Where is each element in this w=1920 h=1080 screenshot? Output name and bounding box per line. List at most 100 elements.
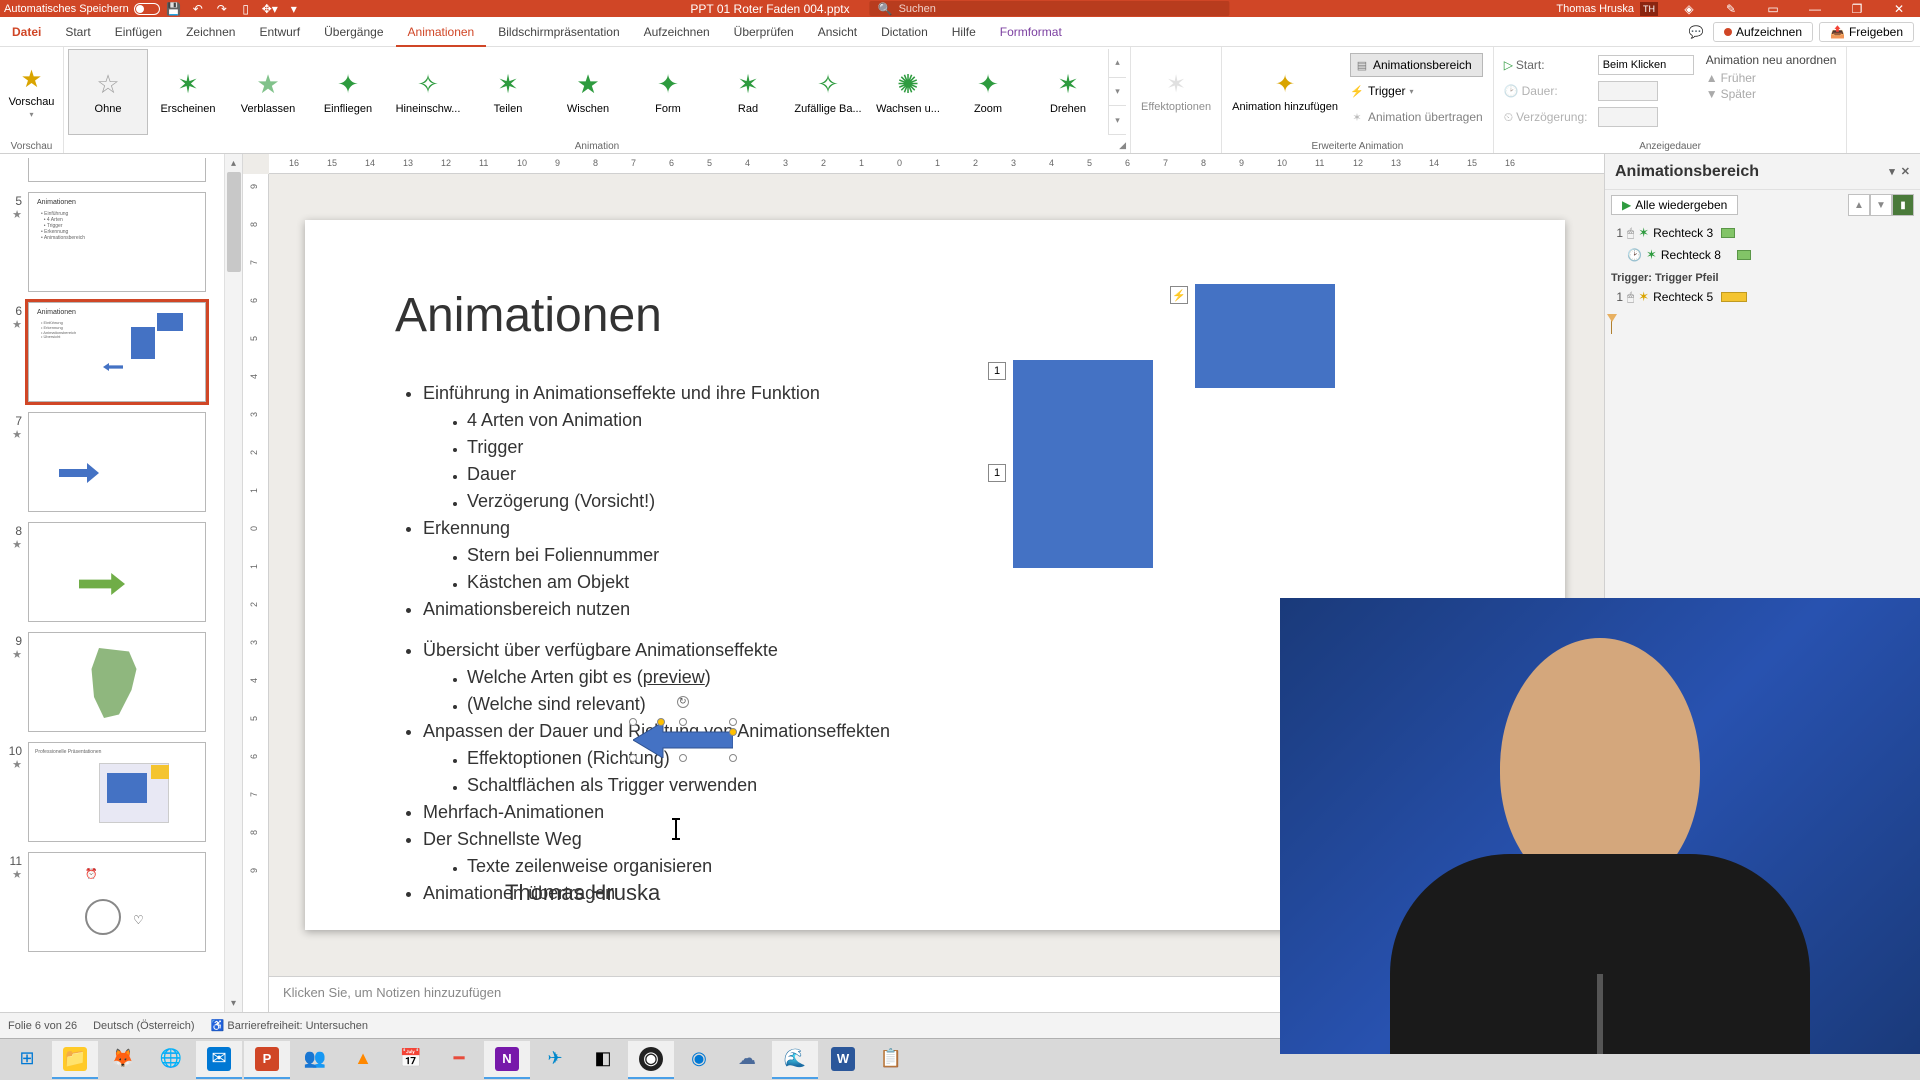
tab-help[interactable]: Hilfe [940, 17, 988, 47]
tab-shape-format[interactable]: Formformat [988, 17, 1074, 47]
scroll-up-icon[interactable]: ▴ [225, 154, 242, 172]
word-icon[interactable]: W [820, 1041, 866, 1079]
search-box[interactable]: 🔍 [870, 1, 1230, 16]
status-accessibility[interactable]: ♿ Barrierefreiheit: Untersuchen [211, 1019, 368, 1032]
onenote-icon[interactable]: N [484, 1041, 530, 1079]
touch-mode-icon[interactable]: ✥▾ [260, 0, 280, 17]
tab-review[interactable]: Überprüfen [722, 17, 806, 47]
sel-handle-se[interactable] [729, 754, 737, 762]
start-button[interactable]: ⊞ [4, 1041, 50, 1079]
gallery-down-icon[interactable]: ▾ [1109, 78, 1126, 107]
thumb-6[interactable]: 6★ Animationen• Einführung• Erkennung• A… [6, 302, 218, 402]
author-text[interactable]: Thomas Hruska [505, 880, 660, 906]
dialog-launcher-icon[interactable]: ◢ [1119, 140, 1126, 151]
anim-random[interactable]: ✧Zufällige Ba... [788, 49, 868, 135]
anim-split[interactable]: ✶Teilen [468, 49, 548, 135]
ribbon-display-icon[interactable]: ▭ [1752, 0, 1794, 17]
tab-draw[interactable]: Zeichnen [174, 17, 247, 47]
thumb-4-partial[interactable] [6, 158, 218, 182]
adj-handle-1[interactable] [657, 718, 665, 726]
tab-start[interactable]: Start [53, 17, 102, 47]
tab-design[interactable]: Entwurf [247, 17, 312, 47]
from-beginning-icon[interactable]: ▯ [236, 0, 256, 17]
rotate-handle[interactable] [677, 696, 689, 708]
sel-handle-s[interactable] [679, 754, 687, 762]
move-up-button[interactable]: ▲ [1848, 194, 1870, 216]
anim-fade[interactable]: ★Verblassen [228, 49, 308, 135]
pane-options-icon[interactable]: ▾ [1889, 165, 1895, 178]
redo-icon[interactable]: ↷ [212, 0, 232, 17]
shape-rect-3[interactable] [1013, 360, 1153, 568]
add-animation-button[interactable]: ✦ Animation hinzufügen [1226, 49, 1344, 135]
anim-item-3[interactable]: 1 🖱 ✶ Rechteck 5 [1611, 286, 1914, 308]
anim-floatin[interactable]: ✧Hineinschw... [388, 49, 468, 135]
user-name[interactable]: Thomas Hruska [1556, 3, 1634, 15]
gallery-expand-icon[interactable]: ▾ [1109, 106, 1126, 135]
app-icon-5[interactable]: ☁ [724, 1041, 770, 1079]
animation-pane-button[interactable]: ▤Animationsbereich [1350, 53, 1483, 77]
teams-icon[interactable]: 👥 [292, 1041, 338, 1079]
record-button[interactable]: Aufzeichnen [1713, 22, 1813, 42]
slide-title[interactable]: Animationen [395, 288, 662, 343]
anim-none[interactable]: ☆Ohne [68, 49, 148, 135]
sel-handle-nw[interactable] [629, 718, 637, 726]
slide-body[interactable]: Einführung in Animationseffekte und ihre… [395, 380, 890, 907]
timing-bar[interactable] [1737, 250, 1751, 260]
sel-handle-sw[interactable] [629, 754, 637, 762]
minimize-button[interactable]: — [1794, 0, 1836, 17]
thumb-11[interactable]: 11★ ⏰♡ [6, 852, 218, 952]
adj-handle-2[interactable] [729, 728, 737, 736]
animation-tag-1[interactable]: 1 [988, 362, 1006, 380]
play-all-button[interactable]: ▶Alle wiedergeben [1611, 195, 1738, 215]
autosave-toggle[interactable]: Automatisches Speichern [4, 3, 160, 15]
timeline-cursor[interactable] [1611, 314, 1914, 334]
outlook-icon[interactable]: ✉ [196, 1041, 242, 1079]
anim-grow[interactable]: ✺Wachsen u... [868, 49, 948, 135]
tab-animations[interactable]: Animationen [396, 17, 487, 47]
shape-arrow-selected[interactable] [633, 722, 733, 758]
start-select[interactable] [1598, 55, 1694, 75]
thumb-7[interactable]: 7★ [6, 412, 218, 512]
sel-handle-ne[interactable] [729, 718, 737, 726]
timing-bar[interactable] [1721, 292, 1747, 302]
tab-view[interactable]: Ansicht [806, 17, 869, 47]
pen-icon[interactable]: ✎ [1710, 0, 1752, 17]
vlc-icon[interactable]: ▲ [340, 1041, 386, 1079]
comments-icon[interactable]: 💬 [1685, 21, 1707, 43]
close-button[interactable]: ✕ [1878, 0, 1920, 17]
anim-wheel[interactable]: ✶Rad [708, 49, 788, 135]
anim-flyin[interactable]: ✦Einfliegen [308, 49, 388, 135]
share-button[interactable]: 📤Freigeben [1819, 22, 1914, 42]
file-explorer-icon[interactable]: 📁 [52, 1041, 98, 1079]
anim-wipe[interactable]: ★Wischen [548, 49, 628, 135]
tab-record[interactable]: Aufzeichnen [632, 17, 722, 47]
app-icon-2[interactable]: ━ [436, 1041, 482, 1079]
powerpoint-icon[interactable]: P [244, 1041, 290, 1079]
gallery-more[interactable]: ▴▾▾ [1108, 49, 1126, 135]
chrome-icon[interactable]: 🌐 [148, 1041, 194, 1079]
thumb-10[interactable]: 10★ Professionelle Präsentationen [6, 742, 218, 842]
tab-dictation[interactable]: Dictation [869, 17, 940, 47]
scroll-handle[interactable] [227, 172, 241, 272]
shape-rect-8[interactable] [1195, 284, 1335, 388]
search-input[interactable] [899, 3, 1222, 15]
app-icon-3[interactable]: ◧ [580, 1041, 626, 1079]
anim-shape[interactable]: ✦Form [628, 49, 708, 135]
animation-gallery[interactable]: ☆Ohne ✶Erscheinen ★Verblassen ✦Einfliege… [68, 49, 1126, 135]
tab-slideshow[interactable]: Bildschirmpräsentation [486, 17, 631, 47]
gallery-up-icon[interactable]: ▴ [1109, 49, 1126, 78]
scroll-down-icon[interactable]: ▾ [225, 994, 242, 1012]
tab-transitions[interactable]: Übergänge [312, 17, 395, 47]
thumb-8[interactable]: 8★ [6, 522, 218, 622]
thumbnail-scrollbar[interactable]: ▴ ▾ [224, 154, 242, 1012]
anim-item-1[interactable]: 1 🖱 ✶ Rechteck 3 [1611, 222, 1914, 244]
move-down-button[interactable]: ▼ [1870, 194, 1892, 216]
pane-close-icon[interactable]: ✕ [1901, 165, 1910, 178]
qat-customize-icon[interactable]: ▾ [284, 0, 304, 17]
thumb-5[interactable]: 5★ Animationen• Einführung • 4 Arten • T… [6, 192, 218, 292]
anim-appear[interactable]: ✶Erscheinen [148, 49, 228, 135]
edge-icon[interactable]: 🌊 [772, 1041, 818, 1079]
restore-button[interactable]: ❐ [1836, 0, 1878, 17]
app-icon-4[interactable]: ◉ [676, 1041, 722, 1079]
undo-icon[interactable]: ↶ [188, 0, 208, 17]
